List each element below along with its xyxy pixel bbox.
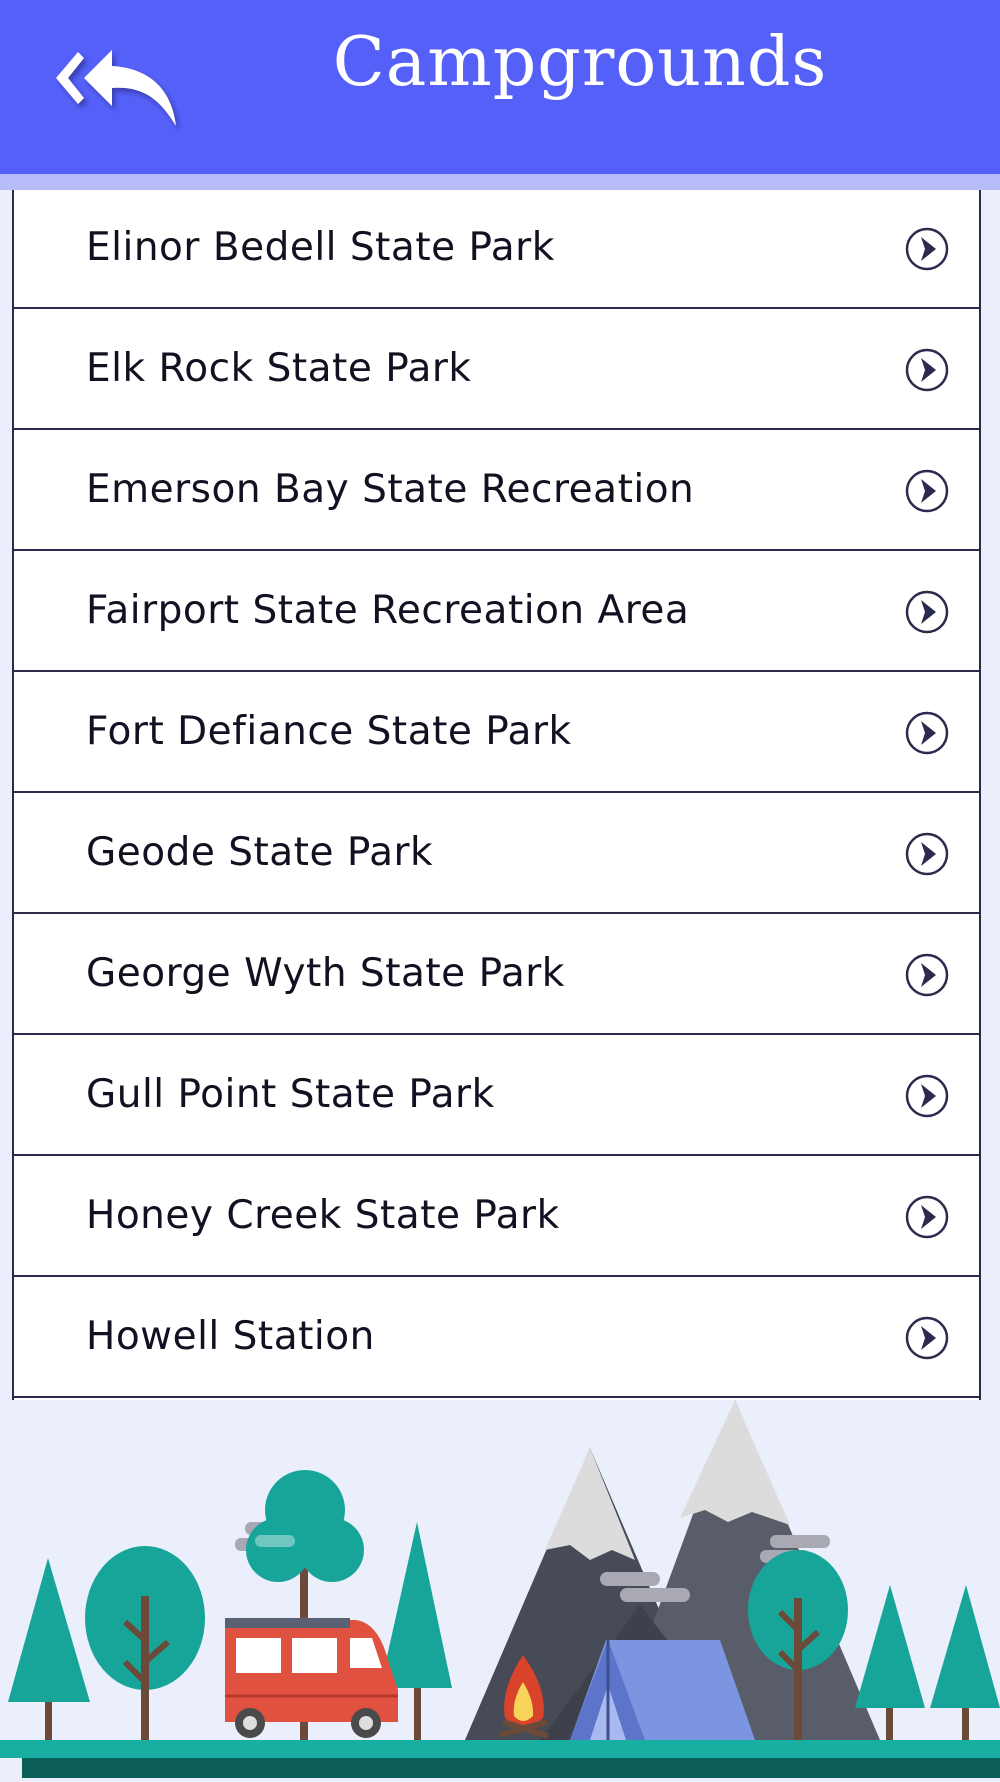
list-item-label: George Wyth State Park xyxy=(86,951,565,996)
list-item-label: Emerson Bay State Recreation xyxy=(86,467,695,512)
chevron-right-circle-icon[interactable] xyxy=(905,590,949,634)
chevron-right-circle-icon[interactable] xyxy=(905,832,949,876)
list-item-label: Elinor Bedell State Park xyxy=(86,225,555,270)
pine-tree xyxy=(380,1522,452,1688)
page-title: Campgrounds xyxy=(332,23,828,102)
list-item-label: Howell Station xyxy=(86,1314,375,1359)
list-item-label: Geode State Park xyxy=(86,830,434,875)
list-item[interactable]: Howell Station xyxy=(14,1277,979,1398)
list-item-label: Honey Creek State Park xyxy=(86,1193,560,1238)
header-divider xyxy=(0,174,1000,190)
double-back-arrow-icon xyxy=(56,50,176,126)
list-item[interactable]: Fairport State Recreation Area xyxy=(14,551,979,672)
back-button[interactable] xyxy=(50,40,190,140)
list-item[interactable]: George Wyth State Park xyxy=(14,914,979,1035)
chevron-right-circle-icon[interactable] xyxy=(905,469,949,513)
list-item[interactable]: Elk Rock State Park xyxy=(14,309,979,430)
chevron-right-circle-icon[interactable] xyxy=(905,953,949,997)
list-item-label: Gull Point State Park xyxy=(86,1072,495,1117)
camper-van xyxy=(225,1618,398,1738)
camping-scene-illustration xyxy=(0,1400,1000,1778)
list-item-label: Fairport State Recreation Area xyxy=(86,588,690,633)
chevron-right-circle-icon[interactable] xyxy=(905,1074,949,1118)
pine-tree xyxy=(8,1558,90,1702)
app-header: Campgrounds xyxy=(0,0,1000,174)
pine-tree xyxy=(930,1585,1000,1708)
pine-tree xyxy=(855,1585,925,1708)
campground-list[interactable]: Elinor Bedell State Park Elk Rock State P… xyxy=(12,190,981,1400)
list-item[interactable]: Elinor Bedell State Park xyxy=(14,190,979,309)
chevron-right-circle-icon[interactable] xyxy=(905,348,949,392)
chevron-right-circle-icon[interactable] xyxy=(905,711,949,755)
list-item[interactable]: Geode State Park xyxy=(14,793,979,914)
list-item[interactable]: Fort Defiance State Park xyxy=(14,672,979,793)
list-item[interactable]: Emerson Bay State Recreation xyxy=(14,430,979,551)
list-item-label: Elk Rock State Park xyxy=(86,346,472,391)
list-item[interactable]: Honey Creek State Park xyxy=(14,1156,979,1277)
chevron-right-circle-icon[interactable] xyxy=(905,1195,949,1239)
list-item-label: Fort Defiance State Park xyxy=(86,709,572,754)
list-item[interactable]: Gull Point State Park xyxy=(14,1035,979,1156)
chevron-right-circle-icon[interactable] xyxy=(905,227,949,271)
chevron-right-circle-icon[interactable] xyxy=(905,1316,949,1360)
